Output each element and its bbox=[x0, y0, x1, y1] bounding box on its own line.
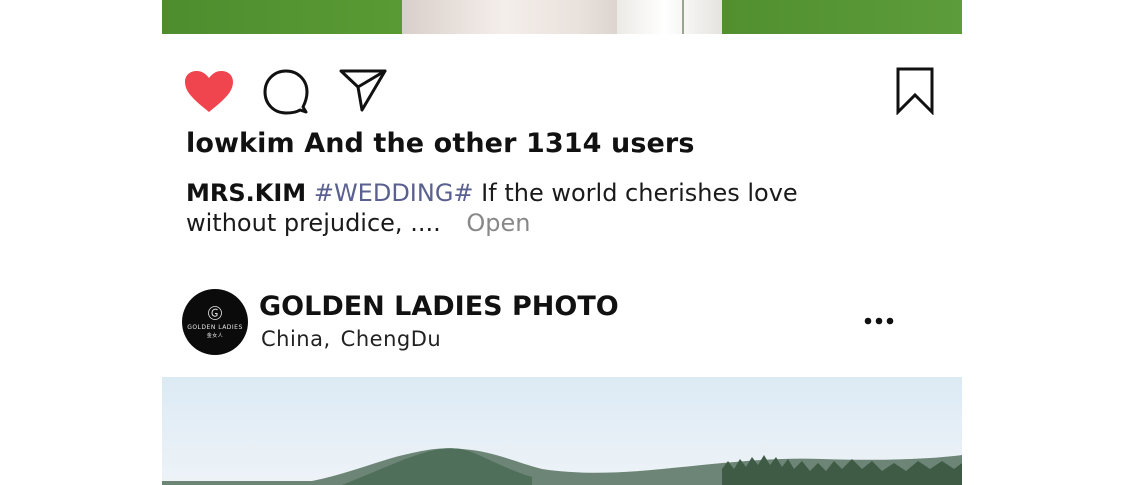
previous-post-image[interactable] bbox=[162, 0, 962, 34]
golden-ladies-logo-icon bbox=[208, 306, 222, 320]
paper-plane-icon[interactable] bbox=[338, 68, 388, 112]
caption-hashtag[interactable]: #WEDDING# bbox=[314, 179, 474, 207]
photo-suit-split bbox=[682, 0, 684, 34]
more-horizontal-icon[interactable] bbox=[863, 315, 895, 327]
avatar-brand-subtext: 金女人 bbox=[206, 333, 224, 339]
feed-page: lowkim And the other 1314 users MRS.KIM … bbox=[0, 0, 1125, 485]
next-post-image[interactable] bbox=[162, 377, 962, 485]
avatar-brand-text: GOLDEN LADIES bbox=[187, 324, 243, 331]
caption-author[interactable]: MRS.KIM bbox=[186, 179, 306, 207]
location-country: China, bbox=[261, 327, 331, 351]
landscape-photo bbox=[162, 448, 962, 485]
caption-open-link[interactable]: Open bbox=[466, 209, 530, 237]
location-city: ChengDu bbox=[340, 327, 442, 351]
likes-summary[interactable]: lowkim And the other 1314 users bbox=[186, 128, 695, 159]
photo-suit-detail bbox=[617, 0, 722, 34]
bookmark-icon[interactable] bbox=[895, 67, 935, 115]
comment-icon[interactable] bbox=[263, 69, 309, 115]
heart-icon[interactable] bbox=[184, 70, 234, 114]
account-name[interactable]: GOLDEN LADIES PHOTO bbox=[259, 291, 619, 322]
post-location[interactable]: China, ChengDu bbox=[261, 327, 441, 351]
post-caption: MRS.KIM #WEDDING# If the world cherishes… bbox=[186, 178, 866, 238]
avatar[interactable]: GOLDEN LADIES 金女人 bbox=[182, 289, 248, 355]
